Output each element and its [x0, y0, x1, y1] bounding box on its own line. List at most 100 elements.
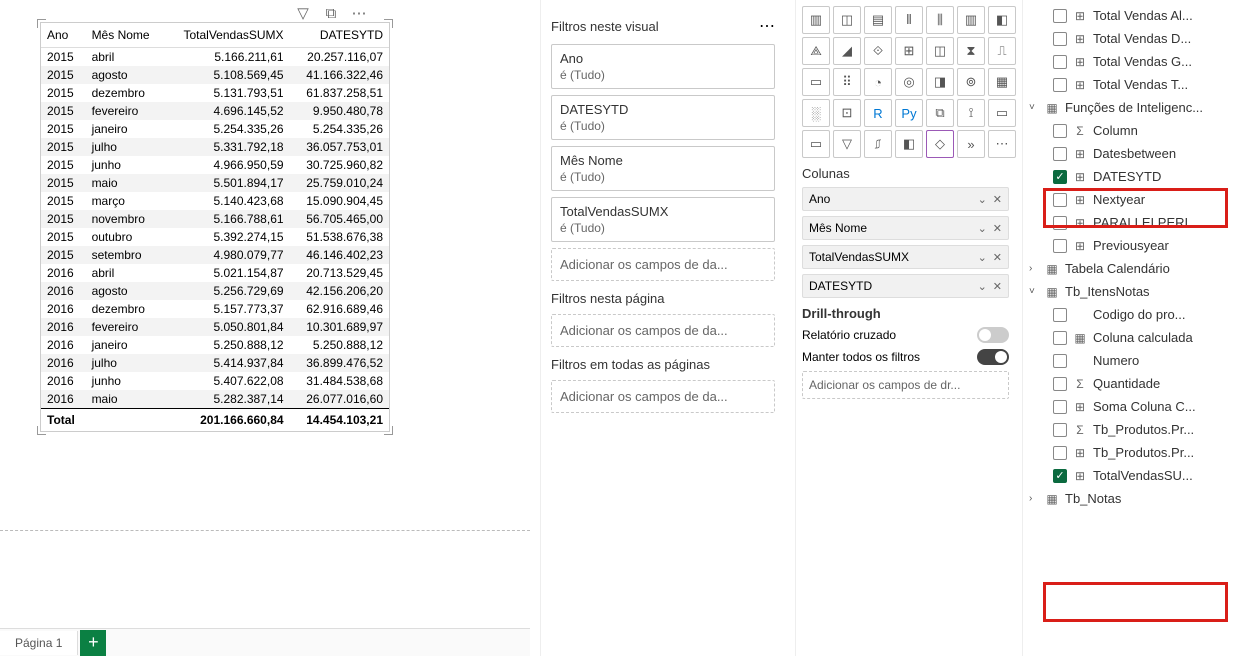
table-group[interactable]: ˅▦Funções de Inteligenc... — [1025, 96, 1234, 119]
field-checkbox[interactable] — [1053, 331, 1067, 345]
col-header[interactable]: Mês Nome — [86, 23, 164, 48]
filter-card[interactable]: Anoé (Tudo) — [551, 44, 775, 89]
viz-type-icon[interactable]: ⎎ — [864, 130, 892, 158]
field-item[interactable]: ✓⊞TotalVendasSU... — [1025, 464, 1234, 487]
viz-type-icon[interactable]: ⫴ — [895, 6, 923, 34]
field-well[interactable]: DATESYTD⌄✕ — [802, 274, 1009, 298]
filter-icon[interactable]: ▽ — [294, 4, 312, 22]
chevron-down-icon[interactable]: ˅ — [1029, 286, 1039, 297]
field-item[interactable]: ⊞PARALLELPERI... — [1025, 211, 1234, 234]
viz-type-icon[interactable]: ◫ — [926, 37, 954, 65]
viz-type-icon[interactable]: ◇ — [926, 130, 954, 158]
table-row[interactable]: 2016abril5.021.154,8720.713.529,45 — [41, 264, 389, 282]
table-row[interactable]: 2016fevereiro5.050.801,8410.301.689,97 — [41, 318, 389, 336]
viz-type-icon[interactable]: » — [957, 130, 985, 158]
table-row[interactable]: 2015abril5.166.211,6120.257.116,07 — [41, 48, 389, 67]
field-checkbox[interactable] — [1053, 147, 1067, 161]
table-row[interactable]: 2015março5.140.423,6815.090.904,45 — [41, 192, 389, 210]
viz-type-icon[interactable]: ◧ — [988, 6, 1016, 34]
viz-type-icon[interactable]: ⫼ — [926, 6, 954, 34]
col-header[interactable]: Ano — [41, 23, 86, 48]
resize-handle-bl[interactable] — [37, 426, 46, 435]
viz-type-icon[interactable]: ⊡ — [833, 99, 861, 127]
viz-type-icon[interactable]: ▭ — [802, 68, 830, 96]
chevron-down-icon[interactable]: ⌄ — [978, 251, 987, 264]
viz-type-icon[interactable]: ▦ — [988, 68, 1016, 96]
table-row[interactable]: 2015maio5.501.894,1725.759.010,24 — [41, 174, 389, 192]
table-group[interactable]: ˅▦Tb_ItensNotas — [1025, 280, 1234, 303]
viz-type-icon[interactable]: R — [864, 99, 892, 127]
filter-card[interactable]: DATESYTDé (Tudo) — [551, 95, 775, 140]
chevron-down-icon[interactable]: ⌄ — [978, 280, 987, 293]
field-checkbox[interactable] — [1053, 78, 1067, 92]
viz-type-icon[interactable]: ◔ — [864, 68, 892, 96]
table-group[interactable]: ›▦Tb_Notas — [1025, 487, 1234, 510]
table-visual[interactable]: Ano Mês Nome TotalVendasSUMX DATESYTD 20… — [40, 22, 390, 432]
table-row[interactable]: 2016dezembro5.157.773,3762.916.689,46 — [41, 300, 389, 318]
viz-type-icon[interactable]: ◨ — [926, 68, 954, 96]
viz-type-icon[interactable]: ░ — [802, 99, 830, 127]
resize-handle-tr[interactable] — [384, 19, 393, 28]
viz-type-icon[interactable]: ⊞ — [895, 37, 923, 65]
field-item[interactable]: ⊞Nextyear — [1025, 188, 1234, 211]
viz-type-icon[interactable]: ⠿ — [833, 68, 861, 96]
remove-field-icon[interactable]: ✕ — [993, 280, 1002, 293]
field-checkbox[interactable] — [1053, 9, 1067, 23]
field-item[interactable]: ΣQuantidade — [1025, 372, 1234, 395]
add-data-field[interactable]: Adicionar os campos de da... — [551, 380, 775, 413]
field-checkbox[interactable] — [1053, 55, 1067, 69]
chevron-down-icon[interactable]: ⌄ — [978, 193, 987, 206]
chevron-right-icon[interactable]: › — [1029, 263, 1039, 274]
table-group[interactable]: ›▦Tabela Calendário — [1025, 257, 1234, 280]
field-checkbox[interactable] — [1053, 193, 1067, 207]
viz-type-icon[interactable]: ⧗ — [957, 37, 985, 65]
viz-type-icon[interactable]: ▭ — [988, 99, 1016, 127]
field-checkbox[interactable]: ✓ — [1053, 170, 1067, 184]
resize-handle-tl[interactable] — [37, 19, 46, 28]
table-row[interactable]: 2015julho5.331.792,1836.057.753,01 — [41, 138, 389, 156]
field-item[interactable]: ⊞Soma Coluna C... — [1025, 395, 1234, 418]
page-tab[interactable]: Página 1 — [0, 631, 78, 655]
col-header[interactable]: DATESYTD — [290, 23, 389, 48]
field-item[interactable]: ⊞Previousyear — [1025, 234, 1234, 257]
field-well[interactable]: Mês Nome⌄✕ — [802, 216, 1009, 240]
viz-type-icon[interactable]: ▥ — [957, 6, 985, 34]
viz-type-icon[interactable]: ◎ — [895, 68, 923, 96]
field-checkbox[interactable] — [1053, 423, 1067, 437]
viz-type-icon[interactable]: ▽ — [833, 130, 861, 158]
chevron-right-icon[interactable]: › — [1029, 493, 1039, 504]
field-checkbox[interactable] — [1053, 124, 1067, 138]
viz-type-icon[interactable]: ▭ — [802, 130, 830, 158]
resize-handle-br[interactable] — [384, 426, 393, 435]
remove-field-icon[interactable]: ✕ — [993, 222, 1002, 235]
field-well[interactable]: TotalVendasSUMX⌄✕ — [802, 245, 1009, 269]
focus-mode-icon[interactable]: ⧉ — [322, 4, 340, 22]
viz-type-icon[interactable]: ◫ — [833, 6, 861, 34]
add-drill-field[interactable]: Adicionar os campos de dr... — [802, 371, 1009, 399]
field-checkbox[interactable] — [1053, 239, 1067, 253]
field-item[interactable]: Codigo do pro... — [1025, 303, 1234, 326]
table-row[interactable]: 2016maio5.282.387,1426.077.016,60 — [41, 390, 389, 409]
add-data-field[interactable]: Adicionar os campos de da... — [551, 314, 775, 347]
table-row[interactable]: 2015outubro5.392.274,1551.538.676,38 — [41, 228, 389, 246]
table-row[interactable]: 2015janeiro5.254.335,265.254.335,26 — [41, 120, 389, 138]
viz-type-icon[interactable]: ▥ — [802, 6, 830, 34]
viz-type-icon[interactable]: ◢ — [833, 37, 861, 65]
field-well[interactable]: Ano⌄✕ — [802, 187, 1009, 211]
field-checkbox[interactable] — [1053, 32, 1067, 46]
field-item[interactable]: ⊞Total Vendas D... — [1025, 27, 1234, 50]
field-item[interactable]: ⊞Total Vendas G... — [1025, 50, 1234, 73]
viz-type-icon[interactable]: ▤ — [864, 6, 892, 34]
field-checkbox[interactable] — [1053, 400, 1067, 414]
viz-type-icon[interactable]: ◧ — [895, 130, 923, 158]
viz-type-icon[interactable]: ⋯ — [988, 130, 1016, 158]
add-page-button[interactable]: + — [80, 630, 106, 656]
viz-type-icon[interactable]: ⧉ — [926, 99, 954, 127]
report-canvas[interactable]: ▽ ⧉ ⋯ Ano Mês Nome TotalVendasSUMX DATES… — [0, 0, 530, 656]
filter-card[interactable]: TotalVendasSUMXé (Tudo) — [551, 197, 775, 242]
field-checkbox[interactable] — [1053, 446, 1067, 460]
field-checkbox[interactable] — [1053, 216, 1067, 230]
table-row[interactable]: 2016julho5.414.937,8436.899.476,52 — [41, 354, 389, 372]
field-item[interactable]: ΣColumn — [1025, 119, 1234, 142]
cross-report-toggle[interactable] — [977, 327, 1009, 343]
